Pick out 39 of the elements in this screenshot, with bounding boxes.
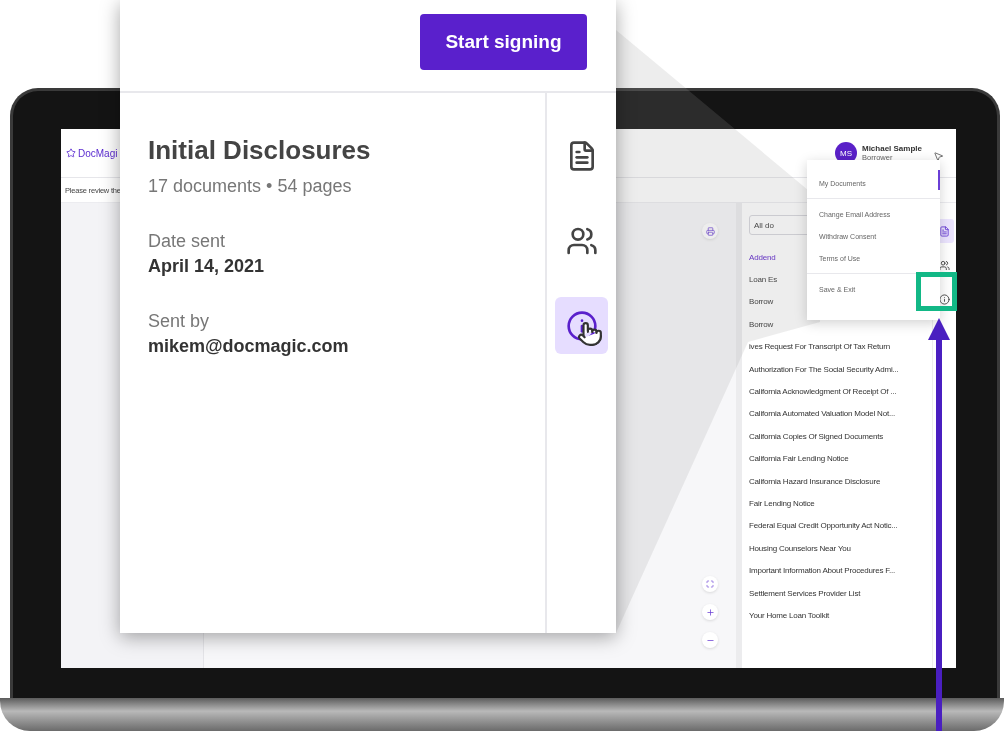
package-summary: 17 documents • 54 pages xyxy=(148,176,353,197)
zoom-out-button[interactable] xyxy=(702,632,718,648)
print-button[interactable] xyxy=(702,223,718,239)
logo-text: DocMagi xyxy=(78,147,118,159)
info-icon xyxy=(939,293,950,305)
highlight-frame xyxy=(916,272,957,311)
document-list-item[interactable]: Your Home Loan Toolkit xyxy=(749,604,928,627)
field-label: Date sent xyxy=(148,231,227,252)
document-icon xyxy=(939,225,950,237)
side-tab[interactable] xyxy=(555,297,608,354)
document-list-item[interactable]: California Fair Lending Notice xyxy=(749,447,928,470)
plus-icon xyxy=(705,607,715,617)
scrollbar[interactable] xyxy=(736,203,742,668)
package-title: Initial Disclosures xyxy=(148,135,372,166)
document-list-item[interactable]: Fair Lending Notice xyxy=(749,492,928,515)
mouse-pointer-icon xyxy=(933,150,944,162)
printer-icon xyxy=(705,226,715,236)
document-list-item[interactable]: California Copies Of Signed Documents xyxy=(749,425,928,448)
menu-scroll-thumb xyxy=(938,170,940,190)
document-list-item[interactable]: California Hazard Insurance Disclosure xyxy=(749,469,928,493)
zoom-in-button[interactable] xyxy=(702,604,718,620)
field-label: Sent by xyxy=(148,311,211,332)
hand-pointer-icon xyxy=(577,321,603,347)
document-list-item[interactable]: Settlement Services Provider List xyxy=(749,581,928,605)
field-value: mikem@docmagic.com xyxy=(148,336,350,357)
fullscreen-icon xyxy=(706,580,714,588)
document-list-item[interactable]: California Acknowledgment Of Receipt Of ... xyxy=(749,380,928,403)
field-value: April 14, 2021 xyxy=(148,256,266,277)
info-icon xyxy=(565,309,598,342)
start-signing-button[interactable]: Start signing xyxy=(420,14,587,70)
document-list-item[interactable]: Important Information About Procedures F... xyxy=(749,559,928,582)
document-list-item[interactable]: Housing Counselors Near You xyxy=(749,537,928,560)
document-list-item[interactable]: California Automated Valuation Model Not... xyxy=(749,402,928,426)
document-list-item[interactable]: Federal Equal Credit Opportunity Act Notic... xyxy=(749,514,928,538)
document-list-item[interactable]: ives Request For Transcript Of Tax Return xyxy=(749,335,928,358)
document-list-item[interactable]: Authorization For The Social Security Admi... xyxy=(749,357,928,381)
star-logo-icon xyxy=(66,148,76,158)
user-name: Michael Sample xyxy=(861,144,922,153)
users-icon xyxy=(939,259,950,271)
